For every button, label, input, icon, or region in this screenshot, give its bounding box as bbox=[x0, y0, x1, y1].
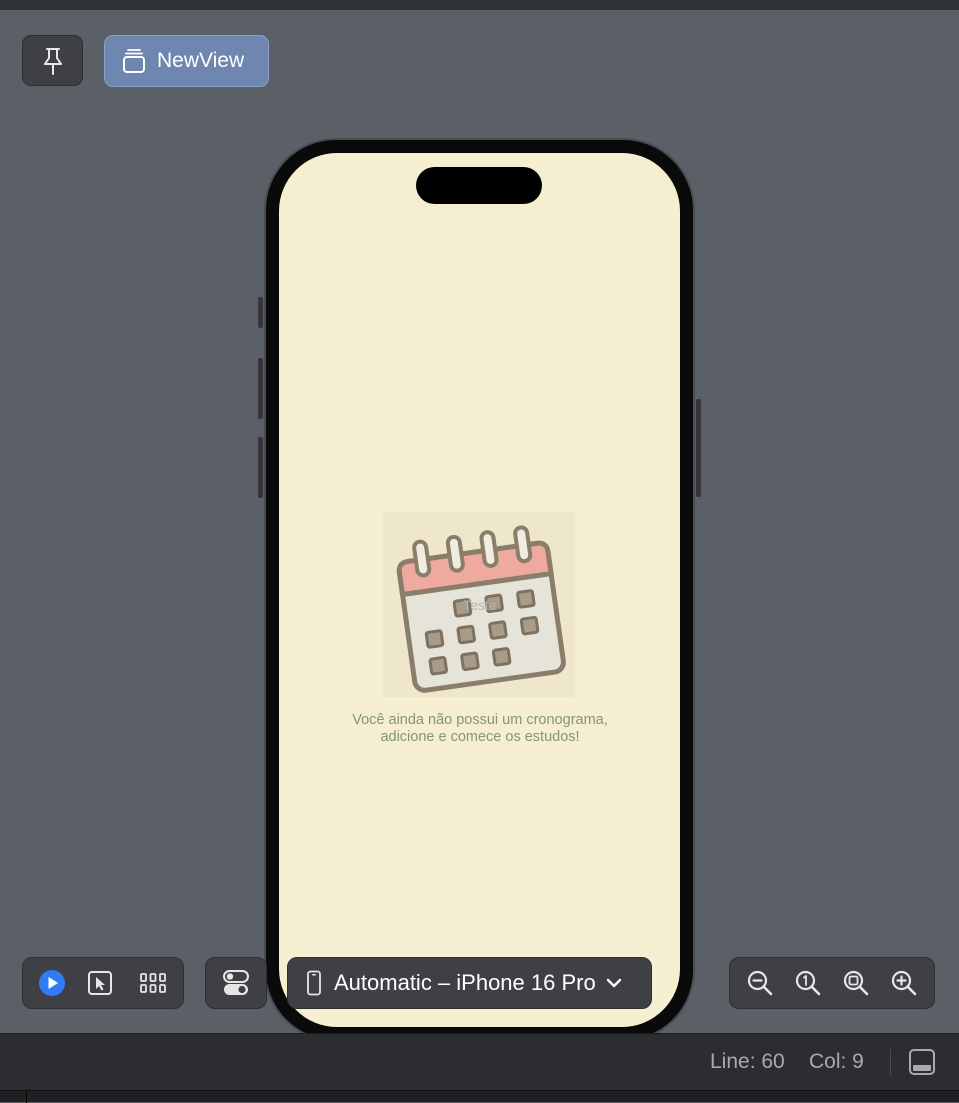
iphone-icon bbox=[306, 970, 322, 996]
toggles-icon bbox=[221, 969, 251, 997]
zoom-in-icon[interactable] bbox=[890, 969, 918, 997]
phone-power-button bbox=[696, 399, 701, 497]
cursor-icon[interactable] bbox=[87, 970, 113, 996]
preview-mode-group bbox=[22, 957, 184, 1009]
window-top-strip bbox=[0, 0, 959, 10]
dynamic-island bbox=[416, 167, 542, 204]
empty-state-line-2: adicione e comece os estudos! bbox=[380, 729, 580, 745]
status-divider bbox=[890, 1049, 891, 1075]
bottom-bar-divider bbox=[26, 1091, 27, 1103]
empty-state-line-1: Você ainda não possui um cronograma, bbox=[352, 712, 608, 728]
window-bottom-bar bbox=[0, 1090, 959, 1103]
line-indicator: Line: 60 bbox=[710, 1050, 785, 1073]
zoom-controls bbox=[729, 957, 935, 1009]
zoom-actual-icon[interactable] bbox=[794, 969, 822, 997]
pin-button[interactable] bbox=[22, 35, 83, 86]
zoom-out-icon[interactable] bbox=[746, 969, 774, 997]
image-overlay-label: Teste bbox=[463, 597, 497, 613]
phone-volume-up-button bbox=[258, 358, 263, 419]
phone-action-button bbox=[258, 297, 263, 328]
play-icon[interactable] bbox=[37, 968, 67, 998]
grid-icon[interactable] bbox=[139, 971, 167, 995]
chevron-down-icon bbox=[606, 977, 622, 989]
empty-state-message: Você ainda não possui um cronograma, adi… bbox=[330, 712, 630, 746]
phone-volume-down-button bbox=[258, 437, 263, 498]
column-indicator: Col: 9 bbox=[809, 1050, 864, 1073]
stack-icon bbox=[121, 48, 147, 74]
panel-toggle-icon[interactable] bbox=[908, 1048, 936, 1076]
preview-tab-newview[interactable]: NewView bbox=[104, 35, 269, 87]
preview-tab-label: NewView bbox=[157, 49, 245, 72]
canvas-settings-button[interactable] bbox=[205, 957, 267, 1009]
device-selector[interactable]: Automatic – iPhone 16 Pro bbox=[287, 957, 652, 1009]
pin-icon bbox=[40, 46, 66, 76]
zoom-fit-icon[interactable] bbox=[842, 969, 870, 997]
device-label: Automatic – iPhone 16 Pro bbox=[334, 970, 596, 995]
